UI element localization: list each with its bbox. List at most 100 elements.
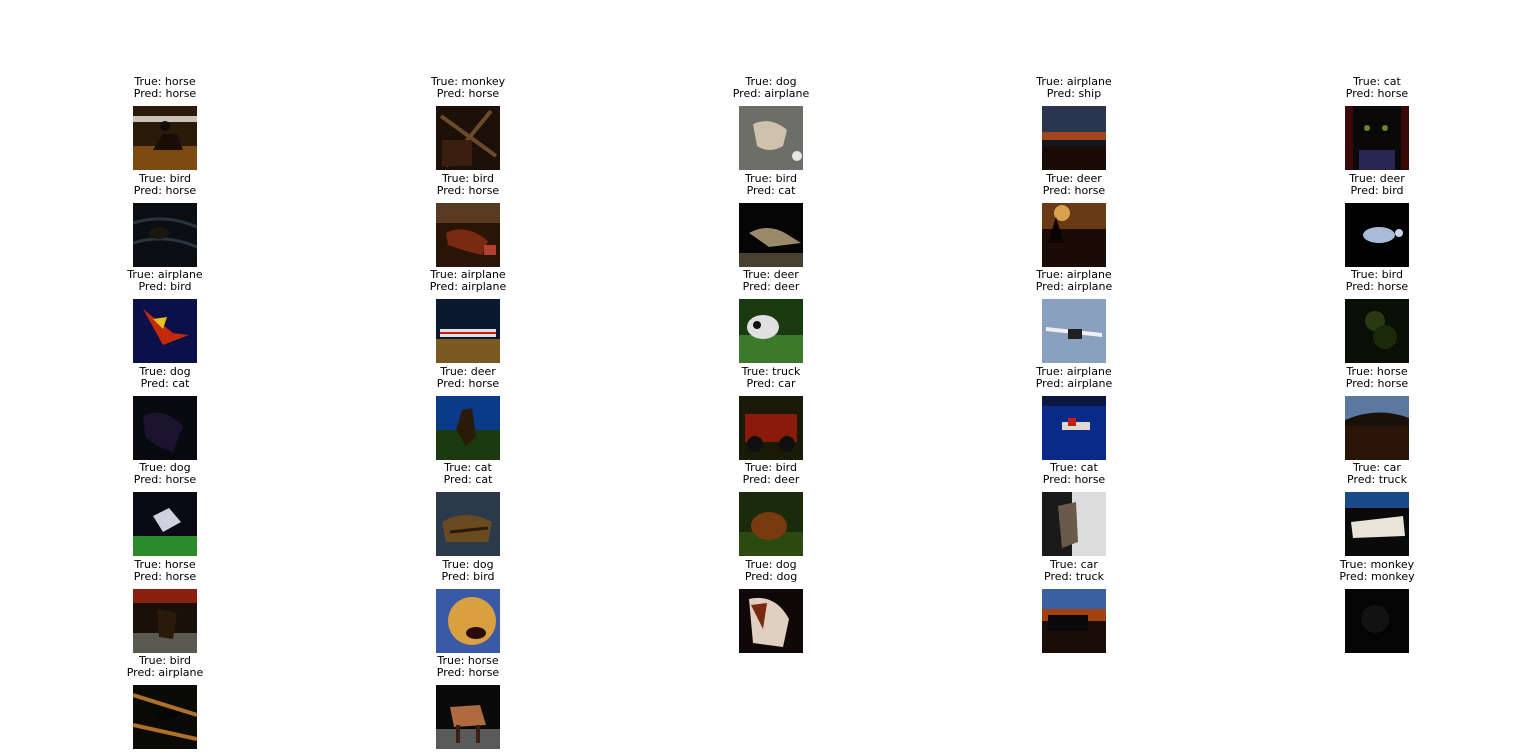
image-thumbnail — [739, 202, 803, 267]
prediction-panel: True: dog Pred: horse — [95, 462, 235, 486]
image-thumbnail — [739, 588, 803, 653]
image-thumbnail — [1042, 492, 1106, 556]
true-label: True: deer — [440, 364, 496, 378]
true-label: True: airplane — [1036, 364, 1112, 378]
prediction-panel: True: dog Pred: airplane — [701, 76, 841, 100]
prediction-panel: True: monkey Pred: monkey — [1307, 558, 1447, 583]
pred-label: Pred: horse — [1042, 473, 1106, 486]
pred-label: Pred: car — [746, 376, 796, 390]
image-thumbnail — [133, 588, 197, 653]
true-label: True: horse — [1346, 364, 1408, 378]
image-thumbnail — [739, 395, 803, 460]
true-label: True: car — [1050, 557, 1098, 571]
prediction-panel: True: car Pred: truck — [1004, 557, 1144, 583]
pred-label: Pred: dog — [744, 569, 798, 583]
image-thumbnail — [133, 299, 197, 363]
image-thumbnail — [436, 395, 500, 460]
image-thumbnail — [1042, 299, 1106, 363]
pred-label: Pred: horse — [436, 87, 500, 100]
prediction-panel: True: cat Pred: cat — [398, 462, 538, 486]
image-thumbnail — [436, 588, 500, 653]
prediction-panel: True: bird Pred: horse — [1307, 269, 1447, 293]
image-thumbnail — [1345, 299, 1409, 363]
image-thumbnail — [1042, 395, 1106, 460]
prediction-panel: True: bird Pred: horse — [398, 171, 538, 197]
prediction-panel: True: bird Pred: deer — [701, 462, 841, 486]
prediction-panel: True: cat Pred: horse — [1307, 76, 1447, 100]
pred-label: Pred: airplane — [1035, 376, 1113, 390]
prediction-panel: True: airplane Pred: airplane — [1004, 364, 1144, 390]
pred-label: Pred: cat — [140, 376, 190, 390]
pred-label: Pred: bird — [441, 569, 495, 583]
true-label: True: dog — [442, 557, 494, 571]
pred-label: Pred: airplane — [429, 280, 507, 293]
prediction-panel: True: deer Pred: horse — [398, 364, 538, 390]
image-thumbnail — [1042, 202, 1106, 267]
true-label: True: deer — [1046, 171, 1102, 185]
prediction-panel: True: horse Pred: horse — [398, 655, 538, 679]
pred-label: Pred: horse — [436, 376, 500, 390]
pred-label: Pred: horse — [133, 473, 197, 486]
pred-label: Pred: airplane — [1035, 280, 1113, 293]
pred-label: Pred: horse — [1345, 280, 1409, 293]
prediction-panel: True: bird Pred: horse — [95, 171, 235, 197]
prediction-panel: True: bird Pred: airplane — [95, 655, 235, 679]
image-thumbnail — [133, 685, 197, 749]
prediction-panel: True: deer Pred: deer — [701, 269, 841, 293]
true-label: True: truck — [741, 364, 801, 378]
pred-label: Pred: horse — [1042, 183, 1106, 197]
pred-label: Pred: deer — [742, 473, 800, 486]
image-thumbnail — [133, 202, 197, 267]
pred-label: Pred: horse — [133, 183, 197, 197]
image-thumbnail — [436, 299, 500, 363]
image-thumbnail — [1345, 202, 1409, 267]
prediction-panel: True: airplane Pred: airplane — [1004, 269, 1144, 293]
image-thumbnail — [1042, 588, 1106, 653]
prediction-panel: True: horse Pred: horse — [95, 76, 235, 100]
pred-label: Pred: truck — [1347, 473, 1407, 486]
image-thumbnail — [436, 106, 500, 170]
prediction-panel: True: bird Pred: cat — [701, 171, 841, 197]
image-thumbnail — [133, 106, 197, 170]
image-thumbnail — [436, 685, 500, 749]
true-label: True: bird — [442, 171, 494, 185]
prediction-panel: True: truck Pred: car — [701, 364, 841, 390]
image-thumbnail — [133, 395, 197, 460]
pred-label: Pred: airplane — [126, 666, 204, 679]
prediction-panel: True: monkey Pred: horse — [398, 76, 538, 100]
image-thumbnail — [1345, 395, 1409, 460]
prediction-panel: True: dog Pred: cat — [95, 364, 235, 390]
image-thumbnail — [739, 492, 803, 556]
pred-label: Pred: horse — [436, 666, 500, 679]
prediction-panel: True: horse Pred: horse — [1307, 364, 1447, 390]
image-thumbnail — [436, 492, 500, 556]
pred-label: Pred: truck — [1044, 569, 1104, 583]
prediction-panel: True: dog Pred: bird — [398, 557, 538, 583]
prediction-panel: True: deer Pred: bird — [1307, 172, 1447, 197]
prediction-panel: True: airplane Pred: bird — [95, 269, 235, 293]
pred-label: Pred: monkey — [1339, 569, 1415, 583]
pred-label: Pred: cat — [443, 473, 493, 486]
true-label: True: dog — [139, 364, 191, 378]
prediction-panel: True: horse Pred: horse — [95, 557, 235, 583]
true-label: True: bird — [139, 171, 191, 185]
pred-label: Pred: horse — [1345, 376, 1409, 390]
pred-label: Pred: bird — [138, 280, 192, 293]
true-label: True: horse — [134, 557, 196, 571]
image-thumbnail — [1042, 106, 1106, 170]
prediction-panel: True: airplane Pred: ship — [1004, 76, 1144, 100]
image-thumbnail — [1345, 106, 1409, 170]
image-thumbnail — [133, 492, 197, 556]
pred-label: Pred: cat — [746, 183, 796, 197]
pred-label: Pred: deer — [742, 280, 800, 293]
pred-label: Pred: airplane — [732, 87, 810, 100]
true-label: True: dog — [745, 557, 797, 571]
pred-label: Pred: horse — [133, 87, 197, 100]
true-label: True: bird — [745, 171, 797, 185]
prediction-panel: True: airplane Pred: airplane — [398, 269, 538, 293]
pred-label: Pred: horse — [1345, 87, 1409, 100]
prediction-grid: True: horse Pred: horse True: monkey Pred: … — [0, 0, 1536, 754]
pred-label: Pred: horse — [133, 569, 197, 583]
prediction-panel: True: car Pred: truck — [1307, 462, 1447, 486]
prediction-panel: True: cat Pred: horse — [1004, 462, 1144, 486]
